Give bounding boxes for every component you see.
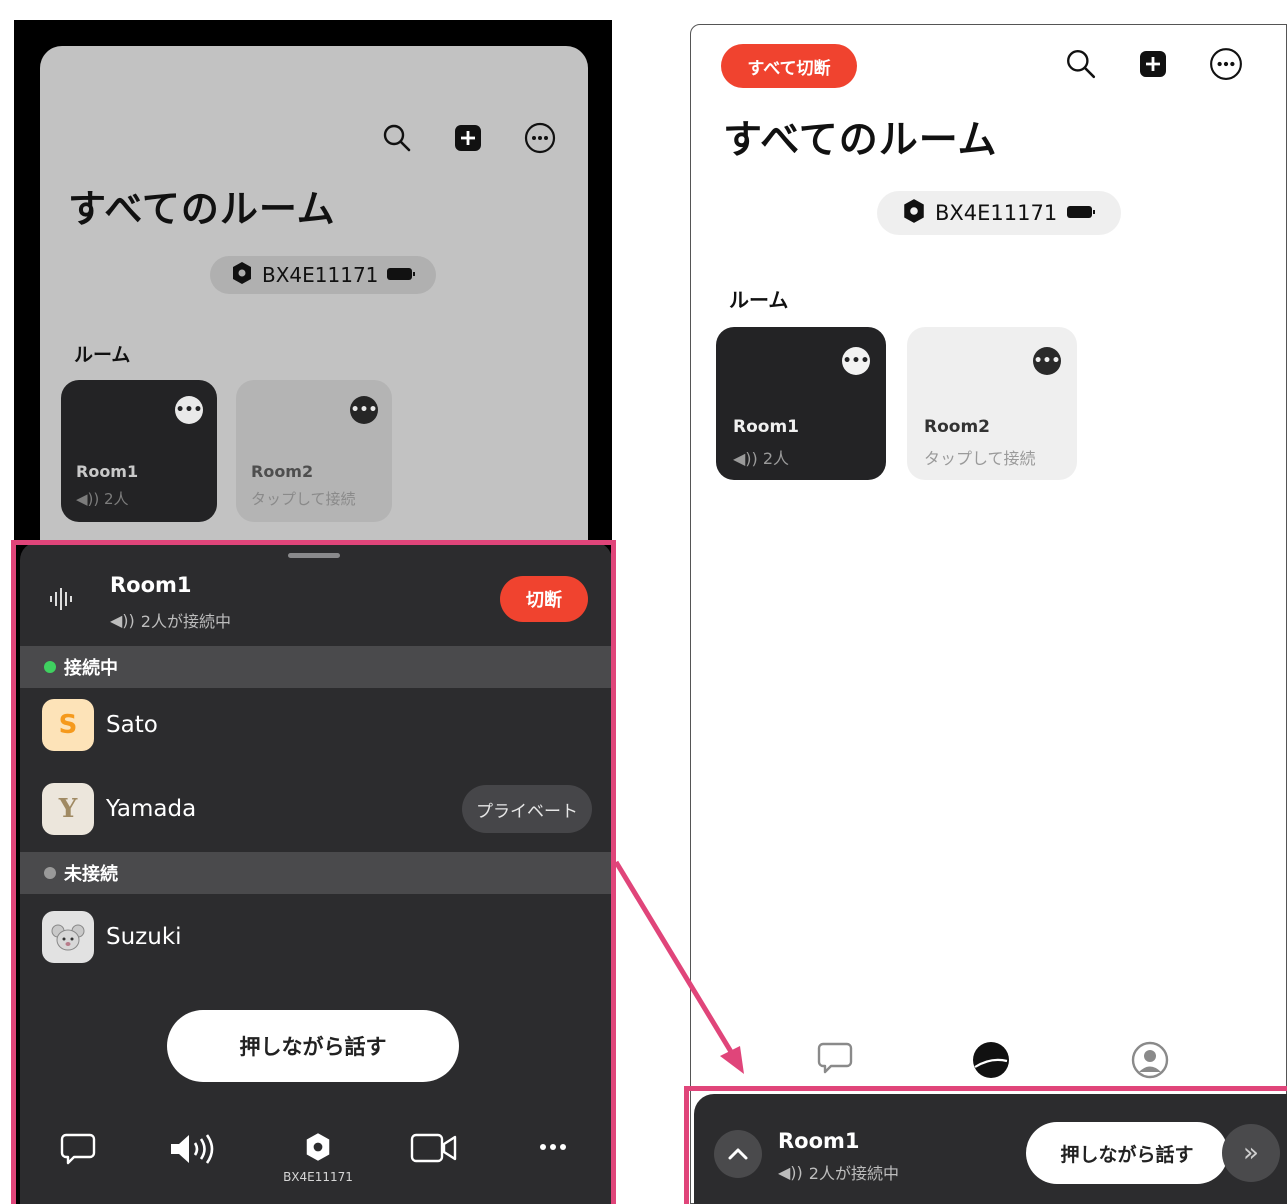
room-more-icon[interactable]: ••• bbox=[1033, 347, 1061, 375]
member-name: Yamada bbox=[106, 796, 197, 822]
header-actions bbox=[1065, 47, 1243, 85]
push-to-talk-button[interactable]: 押しながら話す bbox=[1026, 1122, 1228, 1184]
device-icon bbox=[303, 1132, 333, 1166]
room-connect-hint: タップして接続 bbox=[924, 449, 1036, 468]
room-more-icon[interactable]: ••• bbox=[350, 396, 378, 424]
video-icon[interactable] bbox=[404, 1132, 464, 1164]
device-label: BX4E11171 bbox=[283, 1170, 353, 1184]
room-detail-sheet: Room1 ◀︎)) 2人が接続中 切断 接続中 S Sato Y Yamada … bbox=[20, 542, 612, 1204]
speaker-icon: ◀︎)) bbox=[76, 490, 105, 508]
header-actions bbox=[382, 122, 556, 158]
room-name: Room1 bbox=[733, 417, 799, 437]
bottom-toolbar: BX4E11171 bbox=[20, 1120, 612, 1204]
room-card-room1[interactable]: ••• Room1 ◀︎)) 2人 bbox=[716, 327, 886, 480]
member-name: Suzuki bbox=[106, 924, 182, 950]
more-options-icon[interactable] bbox=[524, 122, 556, 158]
page-title: すべてのルーム bbox=[68, 187, 336, 231]
room-member-count: ◀︎)) 2人 bbox=[733, 449, 790, 468]
room-connect-hint: タップして接続 bbox=[251, 490, 356, 508]
more-icon[interactable] bbox=[523, 1132, 583, 1162]
room-card-room2[interactable]: ••• Room2 タップして接続 bbox=[236, 380, 392, 522]
room-name: Room2 bbox=[924, 417, 990, 437]
chevron-up-icon[interactable] bbox=[714, 1130, 762, 1178]
connected-status-dot bbox=[44, 661, 56, 673]
current-room-status: ◀︎)) 2人が接続中 bbox=[110, 610, 231, 632]
member-row-yamada[interactable]: Y Yamada プライベート bbox=[20, 774, 612, 844]
private-button[interactable]: プライベート bbox=[462, 785, 592, 833]
disconnect-all-button[interactable]: すべて切断 bbox=[721, 44, 857, 88]
push-to-talk-button[interactable]: 押しながら話す bbox=[167, 1010, 459, 1082]
room-name: Room1 bbox=[76, 462, 139, 481]
add-room-icon[interactable] bbox=[454, 124, 482, 156]
avatar: Y bbox=[42, 783, 94, 835]
speaker-volume-icon[interactable] bbox=[165, 1132, 225, 1166]
search-icon[interactable] bbox=[382, 123, 412, 157]
search-icon[interactable] bbox=[1065, 48, 1097, 84]
tab-bar bbox=[691, 1035, 1286, 1095]
member-row-suzuki[interactable]: Suzuki bbox=[20, 902, 612, 972]
member-name: Sato bbox=[106, 712, 158, 738]
room-card-room1[interactable]: ••• Room1 ◀︎)) 2人 bbox=[61, 380, 217, 522]
offline-status-dot bbox=[44, 867, 56, 879]
battery-icon bbox=[386, 263, 416, 287]
right-phone-screen: すべて切断 すべてのルーム BX4E11171 ルーム ••• Room1 ◀︎… bbox=[690, 24, 1287, 1204]
device-status-pill[interactable]: BX4E11171 bbox=[210, 256, 437, 294]
speaker-icon: ◀︎)) bbox=[110, 610, 135, 630]
room-more-icon[interactable]: ••• bbox=[842, 347, 870, 375]
chat-icon[interactable] bbox=[48, 1132, 108, 1166]
disconnect-button[interactable]: 切断 bbox=[500, 576, 588, 622]
offline-section-header: 未接続 bbox=[20, 852, 612, 894]
room-name: Room2 bbox=[251, 462, 314, 481]
member-row-sato[interactable]: S Sato bbox=[20, 690, 612, 760]
more-options-icon[interactable] bbox=[1209, 47, 1243, 85]
current-room-name: Room1 bbox=[778, 1129, 860, 1153]
mini-player-bar[interactable]: Room1 ◀︎)) 2人が接続中 押しながら話す » bbox=[694, 1094, 1287, 1204]
rooms-section-label: ルーム bbox=[729, 288, 789, 312]
room-more-icon[interactable]: ••• bbox=[175, 396, 203, 424]
device-name: BX4E11171 bbox=[262, 263, 379, 287]
section-label: 未接続 bbox=[64, 864, 118, 885]
waveform-icon bbox=[48, 586, 74, 616]
room-member-count: ◀︎)) 2人 bbox=[76, 490, 129, 508]
chevron-double-right-icon[interactable]: » bbox=[1222, 1124, 1280, 1182]
mouse-icon bbox=[42, 911, 94, 963]
page-title: すべてのルーム bbox=[723, 118, 998, 163]
left-phone-screen: すべてのルーム BX4E11171 ルーム ••• Room1 ◀︎)) 2人 … bbox=[14, 20, 612, 1204]
battery-icon bbox=[1065, 201, 1097, 225]
device-icon bbox=[901, 198, 927, 229]
connected-section-header: 接続中 bbox=[20, 646, 612, 688]
current-room-name: Room1 bbox=[110, 573, 192, 597]
device-button[interactable]: BX4E11171 bbox=[282, 1132, 354, 1184]
avatar: S bbox=[42, 699, 94, 751]
room-card-room2[interactable]: ••• Room2 タップして接続 bbox=[907, 327, 1077, 480]
device-name: BX4E11171 bbox=[935, 201, 1058, 225]
tab-profile-icon[interactable] bbox=[1131, 1041, 1169, 1083]
add-room-icon[interactable] bbox=[1139, 50, 1167, 82]
device-icon bbox=[230, 261, 254, 290]
current-room-status: ◀︎)) 2人が接続中 bbox=[778, 1162, 899, 1184]
speaker-icon: ◀︎)) bbox=[778, 1162, 803, 1182]
speaker-icon: ◀︎)) bbox=[733, 449, 763, 468]
rooms-section-label: ルーム bbox=[74, 344, 131, 366]
section-label: 接続中 bbox=[64, 658, 118, 679]
tab-rooms-icon[interactable] bbox=[971, 1041, 1011, 1083]
sheet-grabber[interactable] bbox=[288, 553, 340, 558]
tab-chat-icon[interactable] bbox=[817, 1041, 853, 1079]
device-status-pill[interactable]: BX4E11171 bbox=[877, 191, 1122, 235]
